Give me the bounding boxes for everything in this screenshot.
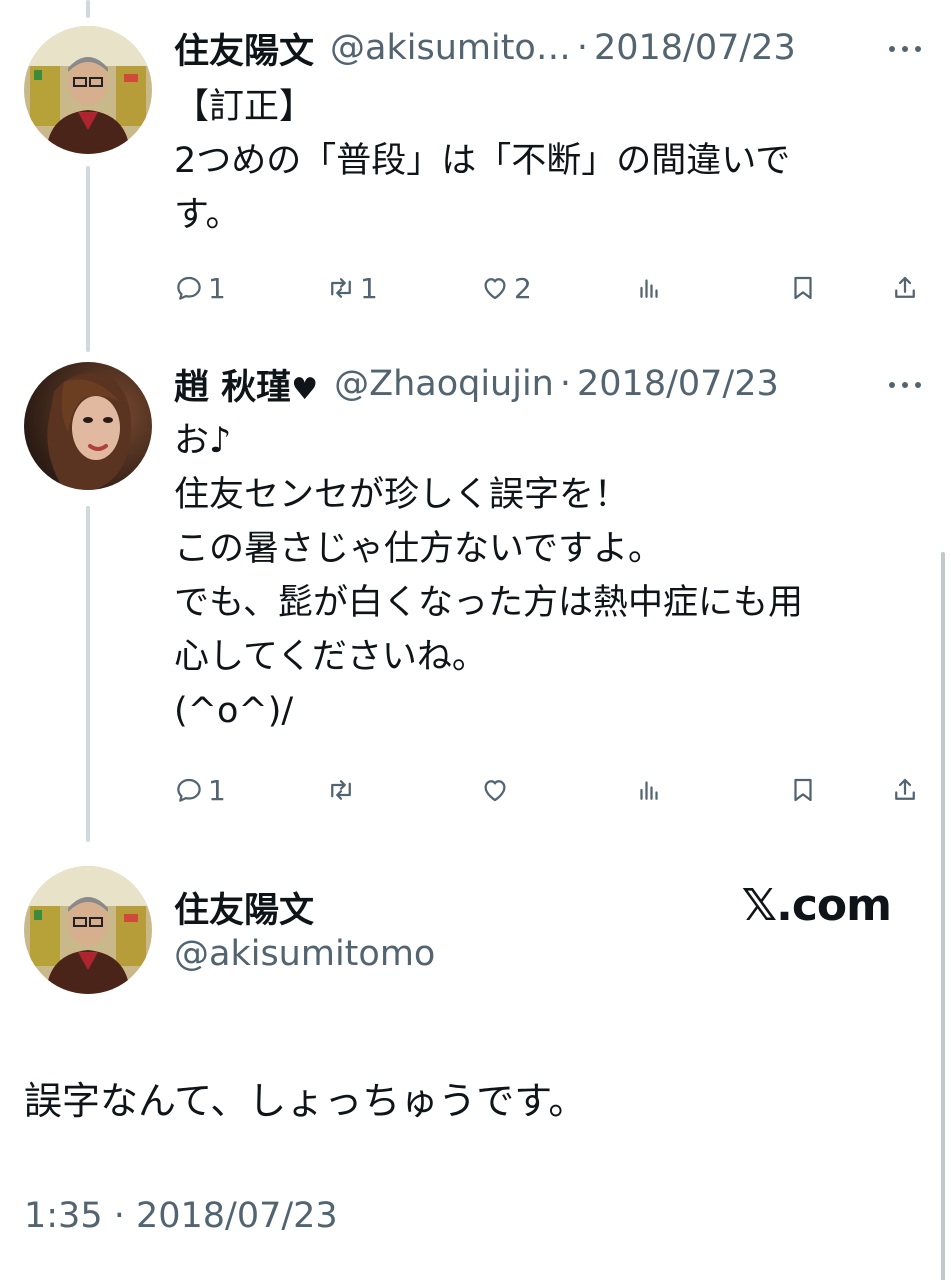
separator-dot: · — [576, 28, 588, 68]
retweet-icon — [331, 780, 351, 800]
thread-line-top — [86, 0, 90, 18]
text-line: 【訂正】 — [174, 87, 315, 127]
text-line: す。 — [174, 195, 241, 235]
views-button[interactable] — [634, 268, 664, 308]
retweet-count: 1 — [360, 271, 378, 305]
avatar-akisumitomo[interactable] — [24, 866, 152, 994]
more-icon[interactable] — [885, 34, 925, 64]
black-heart-icon: ♥ — [291, 371, 319, 407]
heart-icon — [484, 780, 506, 802]
views-icon — [640, 781, 658, 800]
reply-count: 1 — [208, 271, 226, 305]
x-brand-logo: 𝕏.com — [741, 880, 892, 931]
author-handle[interactable]: @akisumito… — [330, 28, 571, 68]
tweet-1-actions: 1 1 2 — [174, 268, 924, 308]
author-name[interactable]: 住友陽文 — [174, 882, 314, 933]
author-name-text: 趙 秋瑾 — [174, 367, 292, 408]
author-handle[interactable]: @akisumitomo — [174, 934, 435, 974]
text-line: 2つめの「普段」は「不断」の間違いで — [174, 141, 791, 181]
retweet-button[interactable]: 1 — [326, 268, 378, 308]
like-button[interactable] — [480, 770, 510, 810]
tweet-1-header: 住友陽文 @akisumito… · 2018/07/23 — [174, 24, 796, 72]
tweet-date[interactable]: 2018/07/23 — [594, 28, 796, 68]
share-icon — [895, 778, 915, 800]
bookmark-icon — [794, 276, 812, 300]
text-line: お♪ — [174, 421, 232, 461]
text-line: (^o^)/ — [174, 691, 294, 731]
retweet-icon — [331, 278, 351, 298]
tweet-2-actions: 1 — [174, 770, 924, 810]
text-line: 心してくださいね。 — [174, 637, 487, 677]
avatar-zhaoqiujin[interactable] — [24, 362, 152, 490]
tweet-2-text: お♪ 住友センセが珍しく誤字を！ この暑さじゃ仕方ないですよ。 でも、髭が白くな… — [174, 414, 914, 738]
avatar-akisumitomo[interactable] — [24, 26, 152, 154]
tweet-date[interactable]: 2018/07/23 — [577, 364, 779, 404]
reply-button[interactable]: 1 — [174, 268, 226, 308]
views-icon — [640, 279, 658, 298]
text-line: でも、髭が白くなった方は熱中症にも用 — [174, 583, 803, 623]
more-icon[interactable] — [885, 370, 925, 400]
bookmark-button[interactable] — [788, 268, 818, 308]
retweet-button[interactable] — [326, 770, 356, 810]
reply-icon — [177, 276, 201, 300]
author-handle[interactable]: @Zhaoqiujin — [334, 364, 554, 404]
text-line: 住友センセが珍しく誤字を！ — [174, 475, 630, 515]
share-button[interactable] — [890, 770, 920, 810]
views-button[interactable] — [634, 770, 664, 810]
tweet-1-text: 【訂正】 2つめの「普段」は「不断」の間違いで す。 — [174, 80, 914, 242]
tweet-timestamp[interactable]: 1:35 · 2018/07/23 — [24, 1196, 338, 1236]
author-name[interactable]: 趙 秋瑾♥ — [174, 359, 318, 410]
like-button[interactable]: 2 — [480, 268, 532, 308]
reply-button[interactable]: 1 — [174, 770, 226, 810]
heart-icon — [484, 278, 506, 300]
like-count: 2 — [514, 271, 532, 305]
thread-line-2 — [86, 506, 90, 842]
tweet-2-header: 趙 秋瑾♥ @Zhaoqiujin · 2018/07/23 — [174, 360, 779, 408]
reply-count: 1 — [208, 773, 226, 807]
bookmark-button[interactable] — [788, 770, 818, 810]
share-icon — [895, 276, 915, 298]
main-tweet-text: 誤字なんて、しょっちゅうです。 — [24, 1079, 587, 1123]
text-line: この暑さじゃ仕方ないですよ。 — [174, 529, 663, 569]
thread-line-1 — [86, 166, 90, 352]
separator-dot: · — [559, 364, 572, 404]
reply-icon — [177, 778, 201, 802]
share-button[interactable] — [890, 268, 920, 308]
bookmark-icon — [794, 778, 812, 802]
scrollbar[interactable] — [941, 552, 945, 1280]
author-name[interactable]: 住友陽文 — [174, 23, 314, 74]
